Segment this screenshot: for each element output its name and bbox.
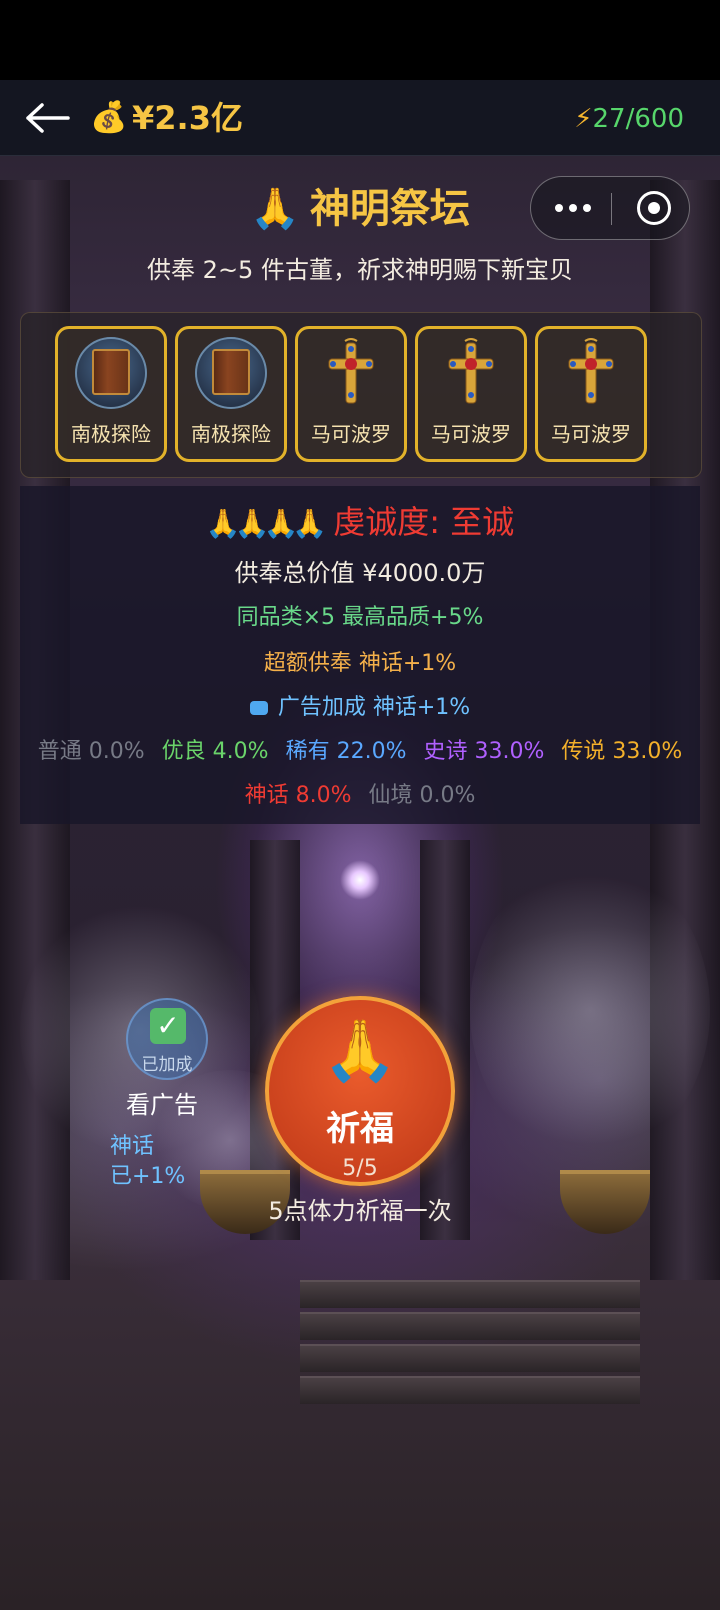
rate-common: 普通 0.0% <box>37 739 145 764</box>
pray-cost-note: 5点体力祈福一次 <box>268 1197 452 1225</box>
offering-slot[interactable]: 南极探险 <box>175 326 287 462</box>
gold-cross-icon <box>568 338 614 404</box>
offering-tray: 南极探险 南极探险 马可波罗 马可波罗 马可波罗 <box>20 312 702 478</box>
page-title-text: 神明祭坛 <box>309 186 470 232</box>
offering-name: 马可波罗 <box>311 422 391 446</box>
gold-cross-icon <box>448 338 494 404</box>
page-subtitle: 供奉 2~5 件古董，祈求神明赐下新宝贝 <box>147 256 573 284</box>
money-bag-icon: 💰 <box>90 100 128 135</box>
piety-row: 🙏🙏🙏🙏 虔诚度: 至诚 <box>0 498 720 548</box>
ad-done-label: 已加成 <box>141 1055 193 1075</box>
rate-fairyland: 仙境 0.0% <box>368 783 476 808</box>
ad-bonus-row: 广告加成 神话+1% <box>0 692 720 724</box>
myth-bonus-status: 神话 已+1% <box>110 1134 186 1189</box>
offering-name: 南极探险 <box>191 422 271 446</box>
ad-bonus-text: 广告加成 神话+1% <box>277 695 471 720</box>
rate-good: 优良 4.0% <box>161 739 269 764</box>
checkmark-icon: ✓ <box>150 1008 186 1044</box>
page-title: 🙏 神明祭坛 <box>0 180 720 238</box>
top-bar: 💰 ¥2.3亿 ⚡27/600 <box>0 80 720 156</box>
rate-myth: 神话 8.0% <box>244 783 352 808</box>
pray-hands-icon: 🙏 <box>322 1016 398 1086</box>
offering-name: 马可波罗 <box>551 422 631 446</box>
offering-slot[interactable]: 马可波罗 <box>295 326 407 462</box>
antarctic-book-icon <box>75 337 147 409</box>
offering-name: 南极探险 <box>71 422 151 446</box>
offering-slot[interactable]: 马可波罗 <box>535 326 647 462</box>
antarctic-book-icon <box>195 337 267 409</box>
watch-ad-label: 看广告 <box>126 1091 198 1119</box>
pray-button-label: 祈福 <box>326 1109 394 1149</box>
rarity-rates: 普通 0.0% 优良 4.0% 稀有 22.0% 史诗 33.0% 传说 33.… <box>0 736 720 768</box>
altar-background <box>0 80 720 1610</box>
energy-counter: ⚡27/600 <box>574 102 684 136</box>
pray-hands-icon: 🙏🙏🙏🙏 <box>205 507 327 540</box>
energy-value: 27/600 <box>592 104 684 134</box>
rate-epic: 史诗 33.0% <box>423 739 545 764</box>
offering-slot[interactable]: 马可波罗 <box>415 326 527 462</box>
rate-legend: 传说 33.0% <box>561 739 683 764</box>
pray-count: 5/5 <box>342 1156 378 1181</box>
pray-button[interactable]: 🙏 祈福 5/5 <box>265 996 455 1186</box>
rarity-rates: 神话 8.0% 仙境 0.0% <box>0 780 720 812</box>
gold-cross-icon <box>328 338 374 404</box>
lightning-icon: ⚡ <box>574 104 593 134</box>
watch-ad-button[interactable]: ✓ 已加成 <box>126 998 208 1080</box>
back-arrow-icon[interactable] <box>24 100 70 136</box>
money-balance: ¥2.3亿 <box>132 99 243 137</box>
pray-hands-icon: 🙏 <box>250 186 300 232</box>
offering-name: 马可波罗 <box>431 422 511 446</box>
piety-level: 虔诚度: 至诚 <box>333 503 515 541</box>
over-offering-bonus: 超额供奉 神话+1% <box>263 651 457 676</box>
same-category-bonus: 同品类×5 最高品质+5% <box>236 605 484 630</box>
total-value: 供奉总价值 ¥4000.0万 <box>234 559 486 587</box>
rate-rare: 稀有 22.0% <box>285 739 407 764</box>
offering-slot[interactable]: 南极探险 <box>55 326 167 462</box>
tv-icon <box>249 701 268 715</box>
